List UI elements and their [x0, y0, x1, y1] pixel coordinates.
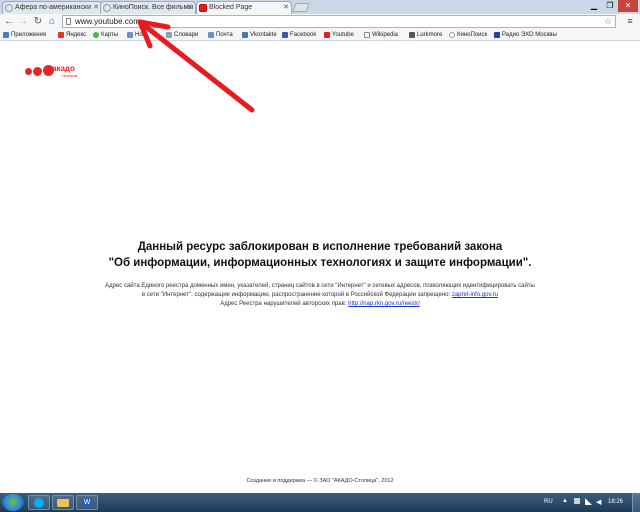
maps-icon	[93, 32, 99, 38]
page-icon	[166, 32, 172, 38]
flag-icon[interactable]	[574, 498, 580, 504]
bookmark-yandex[interactable]: Яндекс	[58, 30, 86, 40]
bookmark-vkontakte[interactable]: Vkontakte	[242, 30, 277, 40]
close-window-button[interactable]: ✕	[618, 0, 638, 12]
bookmark-mail[interactable]: Почта	[208, 30, 233, 40]
info-line3: Адрес Реестра нарушителей авторских прав…	[0, 301, 640, 307]
tray-arrow-icon[interactable]: ▲	[562, 498, 568, 504]
logo-dot	[33, 67, 42, 76]
new-tab-button[interactable]	[292, 3, 310, 12]
windows-taskbar: W RU ▲ ◀ 18:26	[0, 493, 640, 512]
tab-label: Blocked Page	[209, 4, 253, 11]
taskbar-explorer[interactable]	[52, 495, 74, 510]
info-line3-text: Адрес Реестра нарушителей авторских прав…	[220, 301, 347, 307]
footer-copyright: Создание и поддержка — © ЗАО "АКАДО-Стол…	[246, 478, 394, 484]
network-icon[interactable]	[585, 498, 592, 505]
bookmark-youtube[interactable]: Youtube	[324, 30, 354, 40]
tab-strip: Афера по-американски ✕ КиноПоиск. Все фи…	[0, 0, 640, 14]
blocked-heading-line1: Данный ресурс заблокирован в исполнение …	[137, 241, 503, 253]
globe-icon	[5, 4, 13, 12]
info-line1: Адрес сайта Единого реестра доменных име…	[105, 283, 535, 289]
apps-grid-icon	[3, 32, 9, 38]
info-line2: в сети "Интернет", содержащие информацию…	[0, 292, 640, 298]
maximize-button[interactable]: ❐	[602, 0, 618, 12]
youtube-icon	[199, 4, 207, 12]
star-icon[interactable]: ☆	[604, 16, 612, 27]
back-arrow-icon[interactable]: ←	[3, 15, 15, 28]
page-icon	[208, 32, 214, 38]
bookmark-echo-moscow[interactable]: Радио ЭХО Москвы	[494, 30, 557, 40]
close-icon[interactable]: ✕	[187, 2, 193, 14]
blocked-heading-line2: "Об информации, информационных технологи…	[108, 257, 532, 269]
bookmark-news[interactable]: Нов	[127, 30, 146, 40]
lurkmore-icon	[409, 32, 415, 38]
close-icon[interactable]: ✕	[93, 2, 99, 14]
page-icon	[66, 18, 71, 25]
forward-arrow-icon[interactable]: →	[17, 15, 29, 28]
bookmark-kinopoisk[interactable]: КиноПоиск	[449, 30, 487, 40]
browser-toolbar: ← → ↻ ⌂ www.youtube.com ☆ ≡	[0, 14, 640, 30]
start-button[interactable]	[2, 494, 24, 511]
logo-dot	[25, 68, 32, 75]
bookmark-maps[interactable]: Карты	[93, 30, 118, 40]
wikipedia-icon	[364, 32, 370, 38]
globe-icon	[103, 4, 111, 12]
yandex-icon	[58, 32, 64, 38]
info-line2-text: в сети "Интернет", содержащие информацию…	[141, 292, 451, 298]
youtube-icon	[324, 32, 330, 38]
show-desktop-button[interactable]	[632, 493, 640, 512]
bookmark-apps[interactable]: Приложения	[3, 30, 46, 40]
close-icon[interactable]: ✕	[283, 2, 289, 14]
logo-subtext: телеком	[62, 73, 78, 78]
bookmarks-bar: Приложения Яндекс Карты Нов Словари Почт…	[0, 30, 640, 41]
taskbar-word[interactable]: W	[76, 495, 98, 510]
minimize-button[interactable]: ▁	[586, 0, 602, 12]
reload-icon[interactable]: ↻	[32, 15, 44, 28]
language-indicator[interactable]: RU	[544, 499, 553, 505]
facebook-icon	[282, 32, 288, 38]
logo-text: акадо	[52, 64, 75, 73]
clock[interactable]: 18:26	[608, 499, 623, 505]
vk-icon	[242, 32, 248, 38]
bookmark-wikipedia[interactable]: Wikipedia	[364, 30, 398, 40]
bookmark-lurkmore[interactable]: Lurkmore	[409, 30, 442, 40]
radio-icon	[494, 32, 500, 38]
nap-reestr-link[interactable]: http://nap.rkn.gov.ru/reestr/	[348, 301, 420, 307]
volume-icon[interactable]: ◀	[596, 498, 601, 506]
tab-label: Афера по-американски	[15, 4, 91, 11]
bookmark-dictionaries[interactable]: Словари	[166, 30, 198, 40]
home-icon[interactable]: ⌂	[46, 15, 58, 28]
zapret-info-link[interactable]: zapret-info.gov.ru	[452, 292, 498, 298]
globe-icon	[449, 32, 455, 38]
address-url: www.youtube.com	[75, 17, 140, 26]
word-icon: W	[82, 498, 92, 508]
taskbar-skype[interactable]	[28, 495, 50, 510]
address-bar[interactable]: www.youtube.com ☆	[62, 15, 616, 28]
skype-icon	[34, 498, 44, 508]
bookmark-facebook[interactable]: Facebook	[282, 30, 316, 40]
menu-icon[interactable]: ≡	[624, 16, 636, 27]
tab-blocked-page[interactable]: Blocked Page ✕	[196, 1, 292, 14]
tab-label: КиноПоиск. Все фильмы	[113, 4, 194, 11]
tab-kinopoisk[interactable]: КиноПоиск. Все фильмы ✕	[100, 1, 196, 14]
page-icon	[127, 32, 133, 38]
tab-afera[interactable]: Афера по-американски ✕	[2, 1, 102, 14]
folder-icon	[57, 499, 69, 507]
